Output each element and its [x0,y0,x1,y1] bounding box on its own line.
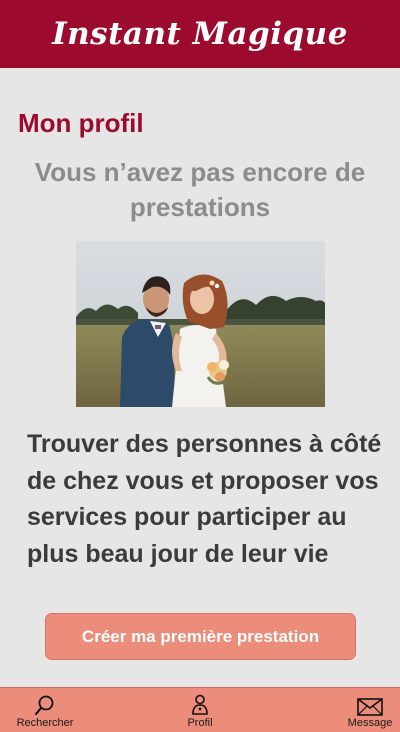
nav-item-search[interactable]: Rechercher [0,688,90,732]
bottom-navigation: Rechercher Profil Message [0,687,400,732]
tagline: Trouver des personnes à côté de chez vou… [27,430,382,568]
empty-state-message: Vous n’avez pas encore de prestations [34,157,366,222]
envelope-icon [357,698,383,716]
search-icon [35,695,54,715]
app-logo: Instant Magique [52,16,348,52]
nav-item-label: Message [347,717,393,729]
nav-item-profile[interactable]: Profil [168,688,232,732]
nav-item-label: Profil [187,717,213,729]
wedding-couple-photo [76,241,325,407]
nav-item-label: Rechercher [16,717,74,729]
user-icon [192,694,208,715]
create-first-service-button[interactable]: Créer ma première prestation [45,613,356,660]
nav-item-messages[interactable]: Message [340,688,400,732]
page-title: Mon profil [18,108,144,138]
app-header: Instant Magique [0,0,400,68]
